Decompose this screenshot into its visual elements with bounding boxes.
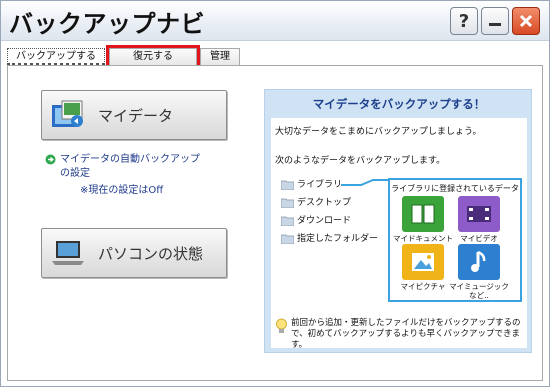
close-button[interactable]	[512, 7, 540, 35]
folder-label: ライブラリ	[297, 180, 343, 190]
folder-icon	[281, 234, 294, 244]
mydata-info-panel: マイデータをバックアップする！ 大切なデータをこまめにバックアップしましょう。 …	[264, 89, 532, 353]
app-title: バックアップナビ	[9, 10, 205, 38]
tab-content: マイデータ マイデータの自動バックアップ の設定 ※現在の設定はOff パソコン…	[7, 66, 543, 381]
music-caption-line1: マイミュージック	[449, 282, 509, 291]
current-setting-text: ※現在の設定はOff	[80, 185, 164, 196]
main-window: バックアップナビ ? バックアップする 復元する 管理 マイデータ マイデータの…	[0, 0, 550, 387]
folder-icon	[281, 180, 294, 190]
mydata-icon	[52, 100, 83, 127]
folder-icon	[281, 216, 294, 226]
panel-body: 大切なデータをこまめにバックアップしましょう。 次のようなデータをバックアップし…	[271, 118, 527, 350]
mydata-button-label: マイデータ	[98, 107, 174, 125]
library-item-caption: マイミュージック など..	[448, 282, 510, 300]
library-item-caption: マイビデオ	[460, 234, 498, 243]
library-item-caption: マイドキュメント	[393, 234, 453, 243]
mydata-button[interactable]: マイデータ	[41, 90, 227, 140]
folder-label: ダウンロード	[297, 216, 352, 226]
panel-title: マイデータをバックアップする！	[312, 97, 486, 111]
pictures-icon	[402, 244, 444, 280]
music-caption-line2: など..	[469, 291, 489, 300]
library-box-title: ライブラリに登録されているデータ	[391, 184, 519, 193]
title-bar: バックアップナビ ?	[1, 1, 549, 41]
panel-intro: 大切なデータをこまめにバックアップしましょう。	[275, 127, 482, 137]
pc-status-button[interactable]: パソコンの状態	[41, 228, 227, 278]
help-button[interactable]: ?	[450, 7, 478, 35]
library-item: マイドキュメント	[393, 196, 453, 246]
library-data-box: ライブラリに登録されているデータ マイドキュメント マイビデオ マイピクチャ マ…	[388, 178, 522, 302]
library-item: マイピクチャ	[398, 244, 448, 294]
help-icon: ?	[458, 10, 470, 32]
lightbulb-icon	[276, 318, 287, 333]
library-item: マイビデオ	[454, 196, 504, 246]
auto-backup-link-line2: の設定	[60, 168, 90, 179]
video-icon	[458, 196, 500, 232]
tab-backup[interactable]: バックアップする	[7, 48, 105, 66]
documents-icon	[402, 196, 444, 232]
library-item-caption: マイピクチャ	[400, 282, 446, 291]
pc-status-button-label: パソコンの状態	[98, 245, 204, 263]
tab-restore[interactable]: 復元する	[106, 45, 200, 69]
folder-icon	[281, 198, 294, 208]
minimize-button[interactable]	[481, 7, 509, 35]
minimize-icon	[489, 23, 501, 26]
tab-manage[interactable]: 管理	[200, 48, 240, 66]
library-item: マイミュージック など..	[449, 244, 509, 300]
auto-backup-link[interactable]: マイデータの自動バックアップ の設定	[45, 153, 200, 181]
close-icon	[519, 14, 533, 28]
music-icon	[458, 244, 500, 280]
folder-label: デスクトップ	[297, 198, 352, 208]
green-arrow-icon	[45, 154, 56, 165]
laptop-icon	[52, 241, 84, 265]
panel-subtitle: 次のようなデータをバックアップします。	[275, 156, 446, 166]
connector-line	[341, 179, 391, 186]
hint-text: 前回から追加・更新したファイルだけをバックアップするので、初めてバックアップする…	[291, 318, 521, 350]
auto-backup-link-line1: マイデータの自動バックアップ	[60, 154, 200, 165]
folder-label: 指定したフォルダー	[297, 234, 379, 244]
